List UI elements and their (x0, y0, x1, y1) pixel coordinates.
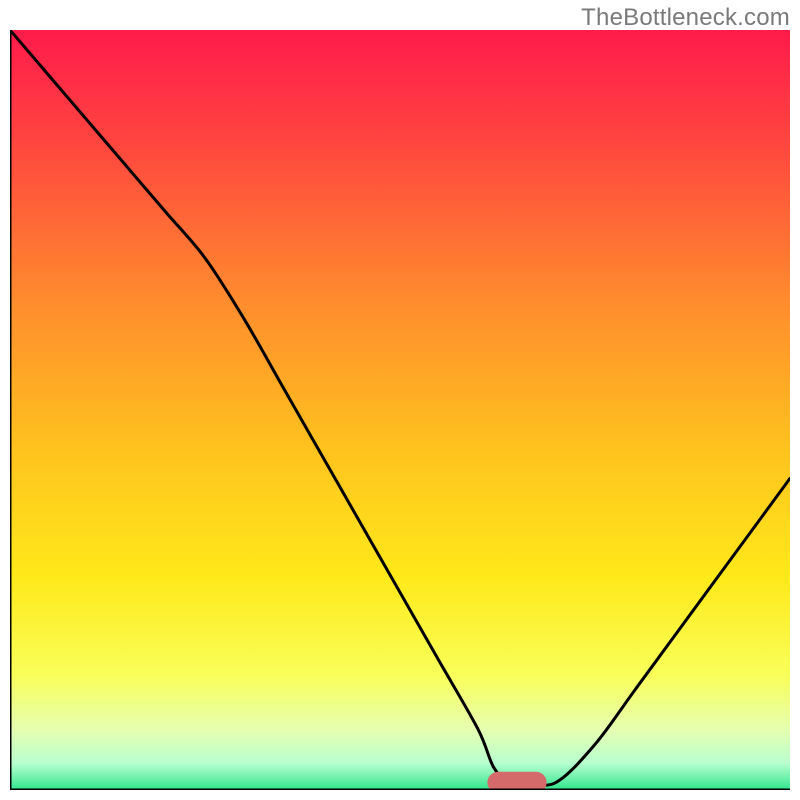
plot-frame (10, 30, 790, 790)
watermark-label: TheBottleneck.com (581, 4, 790, 32)
chart-svg (10, 30, 790, 790)
chart-root: TheBottleneck.com (0, 0, 800, 800)
gradient-background (10, 30, 790, 790)
highlight-marker (487, 772, 546, 790)
